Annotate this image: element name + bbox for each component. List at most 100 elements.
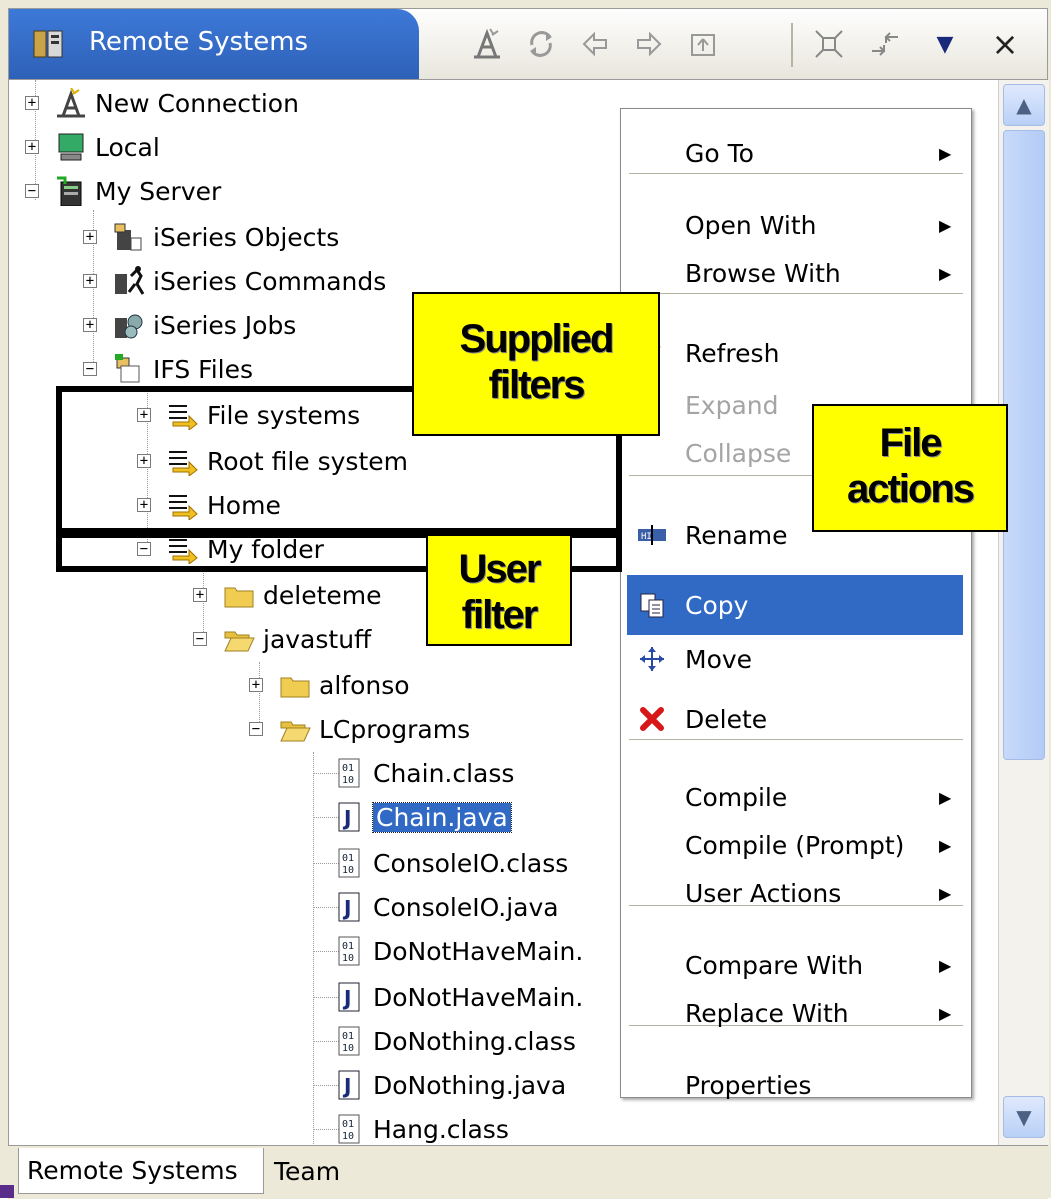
context-menu: Go To ▶ Open With ▶ Browse With ▶ Refresh Expan… bbox=[620, 108, 972, 1100]
expand-toggle[interactable]: + bbox=[25, 96, 39, 110]
tree-item-label: alfonso bbox=[319, 670, 410, 700]
menu-item-label: Compile (Prompt) bbox=[685, 830, 905, 860]
expand-toggle[interactable]: + bbox=[83, 318, 97, 332]
scroll-up-button[interactable]: ▲ bbox=[1003, 84, 1045, 126]
tab-remote-systems[interactable]: Remote Systems bbox=[18, 1148, 264, 1194]
expand-toggle[interactable]: + bbox=[249, 678, 263, 692]
callout-line: actions bbox=[846, 467, 975, 511]
callout-line: User bbox=[458, 547, 542, 591]
expand-toggle[interactable]: + bbox=[83, 230, 97, 244]
tree-item[interactable]: J Chain.java bbox=[333, 796, 512, 838]
vertical-scrollbar[interactable]: ▲ ▼ bbox=[998, 80, 1049, 1145]
scrollbar-thumb[interactable] bbox=[1003, 130, 1045, 760]
link-icon[interactable] bbox=[865, 24, 905, 64]
collapse-all-icon[interactable] bbox=[809, 24, 849, 64]
menu-item-refresh[interactable]: Refresh bbox=[621, 331, 971, 375]
svg-text:10: 10 bbox=[342, 953, 354, 964]
tree-item[interactable]: Local bbox=[55, 126, 160, 168]
menu-item-user-actions[interactable]: User Actions ▶ bbox=[621, 871, 971, 915]
menu-item-replace-with[interactable]: Replace With ▶ bbox=[621, 991, 971, 1035]
folder-icon bbox=[223, 580, 255, 610]
callout-line: filter bbox=[461, 593, 539, 637]
tree-item[interactable]: 01 10 ConsoleIO.class bbox=[333, 842, 568, 884]
view-menu-icon[interactable]: ▼ bbox=[925, 24, 965, 64]
callout-user-filter: User filter bbox=[426, 534, 572, 646]
folder-icon bbox=[279, 670, 311, 700]
class-file-icon: 01 10 bbox=[333, 758, 365, 788]
close-icon[interactable]: × bbox=[985, 24, 1025, 64]
menu-item-label: Move bbox=[685, 644, 753, 674]
menu-item-label: Collapse bbox=[685, 438, 792, 468]
tree-item[interactable]: J DoNotHaveMain. bbox=[333, 976, 583, 1018]
back-icon[interactable] bbox=[575, 24, 615, 64]
tree-item-label: ConsoleIO.class bbox=[373, 848, 569, 878]
tree-item[interactable]: iSeries Objects bbox=[113, 216, 339, 258]
svg-text:J: J bbox=[342, 896, 351, 920]
menu-item-compile[interactable]: Compile ▶ bbox=[621, 775, 971, 819]
ifs-files-icon bbox=[113, 354, 145, 384]
server-icon bbox=[55, 176, 87, 207]
tab-team[interactable]: Team bbox=[266, 1148, 348, 1194]
class-file-icon: 01 10 bbox=[333, 1114, 365, 1144]
collapse-toggle[interactable]: − bbox=[249, 722, 263, 736]
new-connection-icon[interactable] bbox=[467, 24, 507, 64]
view-title: Remote Systems bbox=[89, 27, 309, 57]
tree-item[interactable]: iSeries Jobs bbox=[113, 304, 296, 346]
tree-item[interactable]: IFS Files bbox=[113, 348, 253, 390]
refresh-icon[interactable] bbox=[521, 24, 561, 64]
view-tab[interactable]: Remote Systems bbox=[9, 9, 419, 79]
tree-item[interactable]: 01 10 DoNotHaveMain. bbox=[333, 930, 583, 972]
collapse-toggle[interactable]: − bbox=[83, 362, 97, 376]
expand-toggle[interactable]: + bbox=[25, 140, 39, 154]
menu-item-label: Expand bbox=[685, 390, 779, 420]
menu-item-open-with[interactable]: Open With ▶ bbox=[621, 203, 971, 247]
iseries-jobs-icon bbox=[113, 310, 145, 340]
menu-item-move[interactable]: Move bbox=[621, 637, 971, 681]
svg-text:01: 01 bbox=[342, 1119, 354, 1130]
tree-item[interactable]: J DoNothing.java bbox=[333, 1064, 566, 1106]
tree-item-label: LCprograms bbox=[319, 714, 471, 744]
menu-item-browse-with[interactable]: Browse With ▶ bbox=[621, 251, 971, 295]
collapse-toggle[interactable]: − bbox=[25, 184, 39, 198]
tree-item[interactable]: New Connection bbox=[55, 82, 299, 124]
expand-toggle[interactable]: + bbox=[83, 274, 97, 288]
tree-item[interactable]: iSeries Commands bbox=[113, 260, 386, 302]
tree-item[interactable]: J ConsoleIO.java bbox=[333, 886, 559, 928]
menu-item-label: Open With bbox=[685, 210, 817, 240]
tree-item[interactable]: My Server bbox=[55, 170, 221, 212]
menu-item-compare-with[interactable]: Compare With ▶ bbox=[621, 943, 971, 987]
local-computer-icon bbox=[55, 132, 87, 162]
collapse-toggle[interactable]: − bbox=[193, 632, 207, 646]
menu-item-delete[interactable]: Delete bbox=[621, 697, 971, 741]
svg-text:01: 01 bbox=[342, 1031, 354, 1042]
tree-item[interactable]: 01 10 Chain.class bbox=[333, 752, 514, 794]
svg-text:HI: HI bbox=[641, 532, 652, 542]
callout-supplied-filters: Supplied filters bbox=[412, 292, 660, 436]
menu-item-copy[interactable]: Copy bbox=[627, 575, 963, 635]
submenu-arrow-icon: ▶ bbox=[939, 1003, 952, 1023]
menu-item-label: Compile bbox=[685, 782, 788, 812]
tree-item[interactable]: deleteme bbox=[223, 574, 382, 616]
svg-text:J: J bbox=[342, 806, 351, 830]
submenu-arrow-icon: ▶ bbox=[939, 835, 952, 855]
tree-item-label: IFS Files bbox=[153, 354, 253, 384]
menu-item-compile-prompt[interactable]: Compile (Prompt) ▶ bbox=[621, 823, 971, 867]
menu-item-properties[interactable]: Properties bbox=[621, 1063, 971, 1107]
menu-item-go-to[interactable]: Go To ▶ bbox=[621, 131, 971, 175]
tree-item[interactable]: alfonso bbox=[279, 664, 410, 706]
tree-item[interactable]: LCprograms bbox=[279, 708, 470, 750]
svg-text:01: 01 bbox=[342, 853, 354, 864]
callout-file-actions: File actions bbox=[812, 404, 1008, 532]
scroll-down-button[interactable]: ▼ bbox=[1003, 1096, 1045, 1138]
expand-toggle[interactable]: + bbox=[193, 588, 207, 602]
move-icon bbox=[637, 644, 667, 674]
tree-item[interactable]: 01 10 Hang.class bbox=[333, 1108, 509, 1145]
forward-icon[interactable] bbox=[629, 24, 669, 64]
tree-item[interactable]: javastuff bbox=[223, 618, 371, 660]
bottom-tab-bar: Remote Systems Team bbox=[8, 1145, 1048, 1199]
rename-icon: HI bbox=[637, 520, 667, 550]
up-icon[interactable] bbox=[683, 24, 723, 64]
tree-item-label: Chain.class bbox=[373, 758, 515, 788]
callout-line: filters bbox=[488, 363, 586, 407]
tree-item[interactable]: 01 10 DoNothing.class bbox=[333, 1020, 576, 1062]
